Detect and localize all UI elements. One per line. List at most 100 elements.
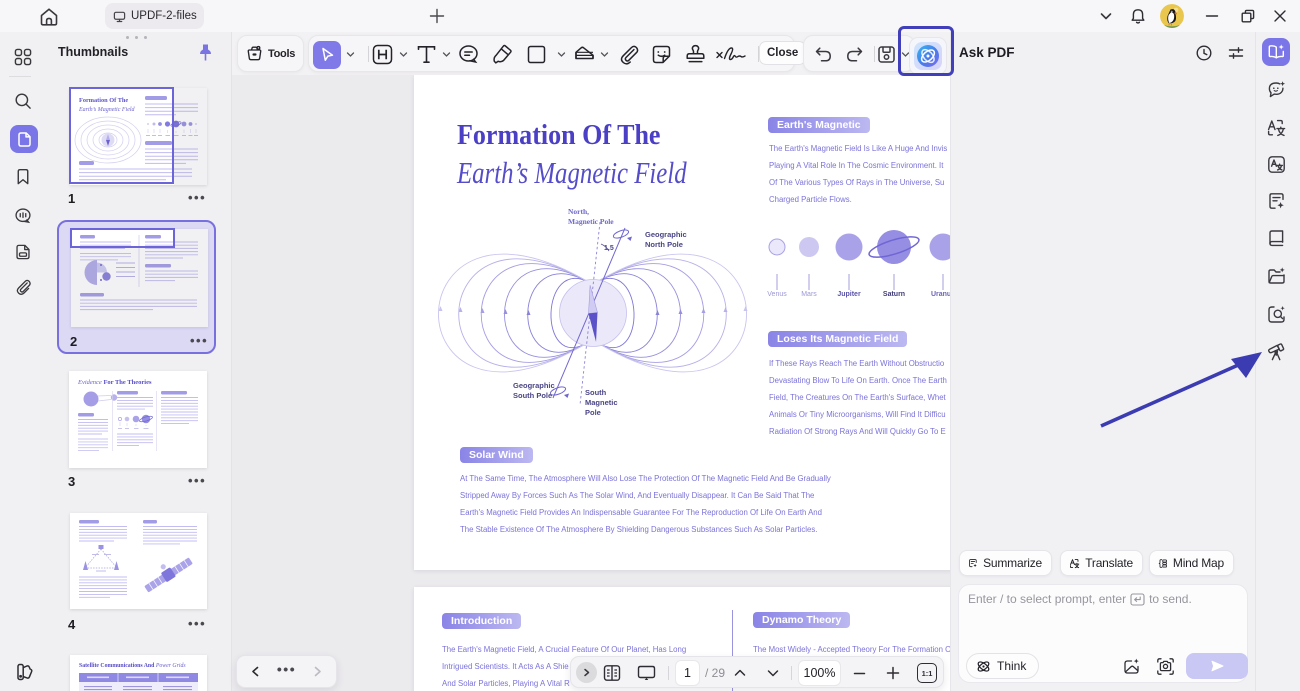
thumb-more-icon[interactable]: •••: [188, 473, 206, 488]
select-tool-chevron-icon[interactable]: [346, 50, 355, 59]
close-window-icon[interactable]: [1271, 7, 1289, 25]
thumb-more-icon[interactable]: •••: [188, 616, 206, 631]
screenshot-camera-icon[interactable]: [1156, 657, 1175, 676]
rail-item-summarize-icon[interactable]: [1266, 191, 1287, 212]
send-button[interactable]: [1186, 653, 1248, 679]
close-button[interactable]: Close: [759, 41, 806, 65]
notifications-bell-icon[interactable]: [1129, 7, 1147, 25]
eraser-tool-chevron-icon[interactable]: [600, 50, 609, 59]
thumb-more-icon[interactable]: •••: [190, 333, 208, 348]
zoom-in-icon[interactable]: [885, 665, 901, 681]
section-badge: Introduction: [442, 613, 521, 629]
page-edit-icon[interactable]: [14, 243, 32, 261]
rail-item-ai-search-icon[interactable]: [1266, 304, 1287, 325]
actual-size-button[interactable]: 1:1: [917, 663, 937, 683]
add-image-icon[interactable]: [1122, 657, 1141, 676]
presentation-icon[interactable]: [636, 663, 657, 683]
panel-drag-handle[interactable]: [126, 36, 150, 40]
thumbnail-page-2-selected-card[interactable]: 2 •••: [57, 220, 216, 354]
mind-map-chip[interactable]: Mind Map: [1149, 550, 1234, 576]
zoom-out-icon[interactable]: [852, 666, 867, 681]
collapse-bar-button[interactable]: [576, 662, 597, 683]
ai-prompt-input[interactable]: Enter / to select prompt, enter to send.…: [958, 584, 1248, 683]
thumbnail-page-5[interactable]: Satellite Communications And Power Grids: [70, 655, 207, 691]
ai-settings-sliders-icon[interactable]: [1227, 44, 1245, 62]
doc-title-line1: Formation Of The: [457, 122, 660, 150]
doc-text-line: Of The Various Types Of Rays in The Univ…: [769, 178, 944, 187]
home-icon[interactable]: [38, 6, 60, 28]
header-tool-chevron-icon[interactable]: [399, 50, 408, 59]
page-layout-icon[interactable]: [602, 663, 622, 683]
user-avatar[interactable]: [1160, 4, 1184, 28]
attachments-icon[interactable]: [14, 278, 32, 296]
rail-item-translate-page-icon[interactable]: [1266, 154, 1287, 175]
history-more-icon[interactable]: •••: [277, 661, 296, 677]
restore-window-icon[interactable]: [1239, 7, 1257, 25]
pin-icon[interactable]: [197, 43, 214, 62]
rail-item-telescope-icon[interactable]: [1266, 342, 1287, 363]
search-icon[interactable]: [14, 92, 32, 110]
new-tab-icon[interactable]: [428, 7, 446, 25]
apps-grid-icon[interactable]: [14, 48, 32, 66]
history-clock-icon[interactable]: [1195, 44, 1213, 62]
shape-tool-chevron-icon[interactable]: [557, 50, 566, 59]
sidebar-item-thumbnails[interactable]: [10, 125, 38, 153]
save-icon[interactable]: [876, 44, 897, 65]
highlighter-tool-icon[interactable]: [491, 43, 514, 66]
next-page-icon[interactable]: [766, 667, 780, 679]
rail-item-reader-icon[interactable]: [1266, 228, 1287, 249]
rail-item-translate-icon[interactable]: [1266, 118, 1287, 139]
thumbnail-page-3[interactable]: Evidence For The Theories: [69, 371, 207, 468]
previous-page-icon[interactable]: [733, 667, 747, 679]
placeholder-suffix: to send.: [1149, 592, 1192, 606]
planet-label: Jupiter: [837, 291, 860, 298]
redo-icon[interactable]: [845, 45, 864, 64]
titlebar-chevron-down-icon[interactable]: [1097, 7, 1115, 25]
tools-button[interactable]: Tools: [237, 35, 304, 72]
pdf-page-1: Formation Of The Earth’s Magnetic Field: [414, 75, 1038, 570]
thumb-more-icon[interactable]: •••: [188, 190, 206, 205]
undo-icon[interactable]: [814, 45, 833, 64]
forward-chevron-icon[interactable]: [312, 666, 323, 677]
bar-separator: [791, 666, 792, 680]
doc-title-line2: Earth’s Magnetic Field: [457, 157, 687, 188]
translate-chip[interactable]: Translate: [1060, 550, 1143, 576]
thumbnail-page-4[interactable]: [70, 513, 207, 609]
document-tab[interactable]: UPDF-2-files: [105, 3, 204, 29]
svg-text:Evidence For The Theories: Evidence For The Theories: [77, 379, 152, 386]
shape-tool-icon[interactable]: [525, 43, 548, 66]
back-chevron-icon[interactable]: [250, 666, 261, 677]
sticker-tool-icon[interactable]: [650, 43, 673, 66]
select-tool-button[interactable]: [313, 41, 341, 69]
rail-item-chat-pdf[interactable]: [1262, 38, 1290, 66]
doc-text-line: The Most Widely - Accepted Theory For Th…: [753, 645, 951, 654]
cursor-icon: [319, 46, 336, 63]
attach-tool-icon[interactable]: [617, 43, 640, 66]
text-tool-chevron-icon[interactable]: [442, 50, 451, 59]
think-label: Think: [997, 659, 1026, 673]
voice-comment-icon[interactable]: [14, 207, 32, 225]
rail-item-ai-files-icon[interactable]: [1266, 266, 1287, 287]
label-south-magnetic-pole: South Magnetic Pole: [585, 388, 618, 418]
think-button[interactable]: Think: [966, 653, 1039, 679]
eraser-tool-icon[interactable]: [573, 43, 596, 66]
thumbnail-page-1[interactable]: Formation Of The Earth’s Magnetic Field: [70, 88, 207, 185]
thumbnail-page-2[interactable]: [71, 229, 208, 327]
text-tool-icon[interactable]: [415, 43, 438, 66]
summarize-label: Summarize: [983, 556, 1042, 570]
summarize-icon: [968, 555, 978, 572]
bookmarks-icon[interactable]: [14, 168, 32, 186]
thumb-page-number: 3: [68, 474, 75, 489]
doc-text-line: Earth's Magnetic Field Provides An Indis…: [460, 508, 822, 517]
header-tool-icon[interactable]: [371, 43, 394, 66]
zoom-level-input[interactable]: 100%: [798, 660, 841, 686]
signature-tool-icon[interactable]: [715, 45, 747, 65]
stamp-tool-icon[interactable]: [684, 43, 707, 66]
label-geographic-south-pole: Geographic South Pole: [513, 381, 555, 401]
rail-item-ai-chat-icon[interactable]: [1266, 80, 1287, 101]
summarize-chip[interactable]: Summarize: [959, 550, 1052, 576]
comment-tool-icon[interactable]: [457, 43, 480, 66]
page-number-input[interactable]: 1: [675, 660, 700, 686]
swatches-icon[interactable]: [15, 662, 35, 682]
minimize-icon[interactable]: [1203, 7, 1221, 25]
